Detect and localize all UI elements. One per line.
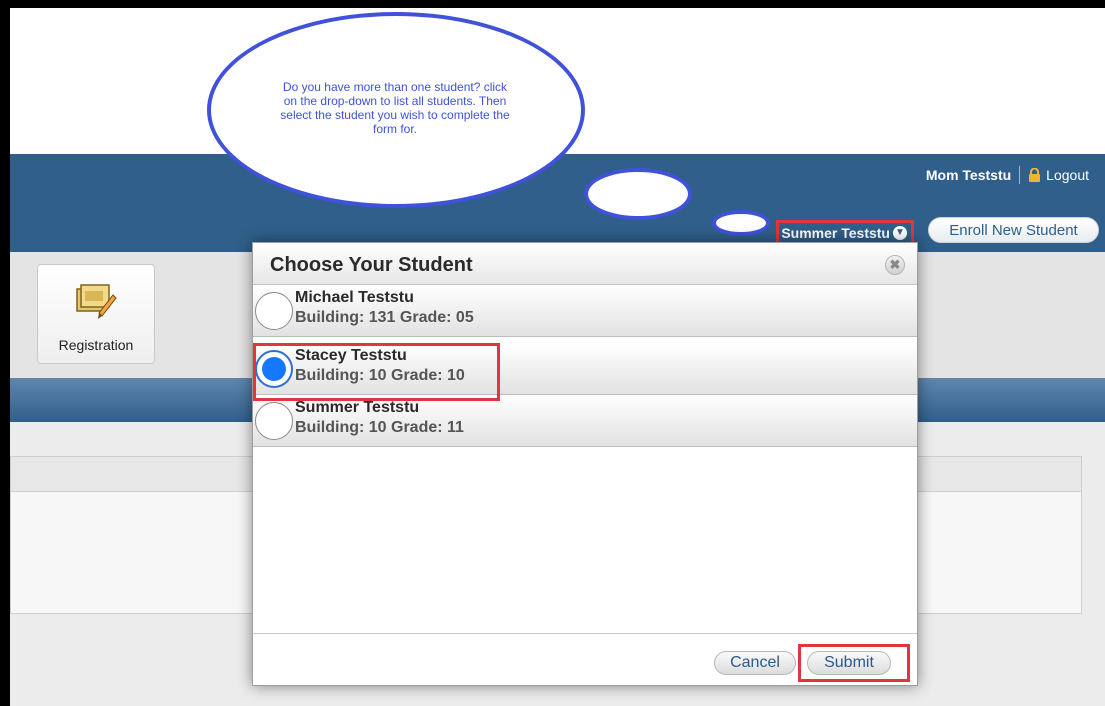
- choose-student-dialog: Choose Your Student ✖ Michael Teststu Bu…: [252, 242, 918, 686]
- registration-icon: [75, 283, 117, 321]
- dialog-title: Choose Your Student: [270, 254, 473, 276]
- student-option[interactable]: Michael Teststu Building: 131 Grade: 05: [253, 285, 917, 337]
- lock-icon: [1028, 168, 1041, 182]
- callout-bubble: Do you have more than one student? click…: [207, 12, 585, 208]
- submit-button[interactable]: Submit: [807, 651, 891, 675]
- radio-button[interactable]: [255, 292, 293, 330]
- radio-button-selected[interactable]: [255, 350, 293, 388]
- nav-tile-registration[interactable]: Registration: [37, 264, 155, 364]
- dialog-titlebar: Choose Your Student ✖: [253, 243, 917, 285]
- student-name: Summer Teststu: [295, 399, 420, 416]
- student-building-grade: Building: 10 Grade: 11: [295, 419, 464, 436]
- callout-text: Do you have more than one student? click…: [280, 80, 510, 136]
- nav-tile-label: Registration: [58, 337, 134, 353]
- callout-tail-bubble-small: [712, 210, 770, 236]
- student-option[interactable]: Stacey Teststu Building: 10 Grade: 10: [253, 343, 917, 395]
- user-area: Mom Teststu Logout: [926, 166, 1089, 184]
- callout-tail-bubble: [584, 168, 692, 220]
- logout-link[interactable]: Logout: [1046, 167, 1089, 183]
- student-name: Stacey Teststu: [295, 347, 407, 364]
- student-building-grade: Building: 10 Grade: 10: [295, 367, 465, 384]
- separator: [1019, 166, 1021, 184]
- cancel-button[interactable]: Cancel: [714, 651, 796, 675]
- student-building-grade: Building: 131 Grade: 05: [295, 309, 474, 326]
- current-student-label: Summer Teststu: [781, 225, 890, 241]
- user-name[interactable]: Mom Teststu: [926, 167, 1011, 183]
- enroll-new-student-button[interactable]: Enroll New Student: [928, 217, 1099, 243]
- close-icon[interactable]: ✖: [885, 255, 905, 275]
- student-name: Michael Teststu: [295, 289, 414, 306]
- chevron-down-icon: ▼: [893, 226, 907, 240]
- radio-button[interactable]: [255, 402, 293, 440]
- dialog-footer: Cancel Submit: [253, 633, 917, 685]
- app-window: Mom Teststu Logout Summer Teststu ▼ Enro…: [10, 8, 1105, 706]
- student-option[interactable]: Summer Teststu Building: 10 Grade: 11: [253, 395, 917, 447]
